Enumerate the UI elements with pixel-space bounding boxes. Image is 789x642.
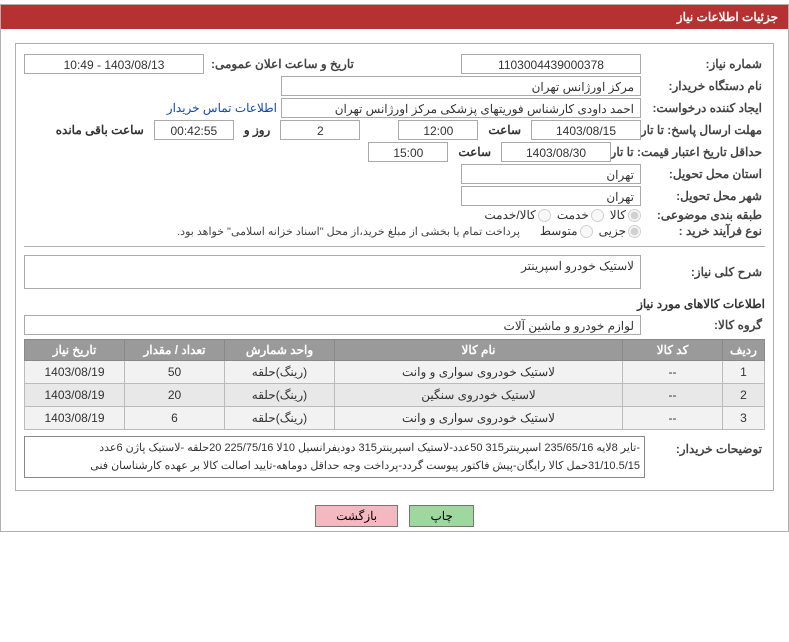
th-row: ردیف <box>723 340 765 361</box>
radio-motavaset[interactable]: متوسط <box>540 224 593 238</box>
requester-label: ایجاد کننده درخواست: <box>645 101 765 115</box>
cell-code: -- <box>623 384 723 407</box>
province-value: تهران <box>461 164 641 184</box>
city-value: تهران <box>461 186 641 206</box>
buyer-label: نام دستگاه خریدار: <box>645 79 765 93</box>
table-row: 2--لاستیک خودروی سنگین(رینگ)حلقه201403/0… <box>25 384 765 407</box>
deadline-date: 1403/08/15 <box>531 120 641 140</box>
detail-panel: جزئیات اطلاعات نیاز شماره نیاز: 11030044… <box>0 4 789 532</box>
time-label-1: ساعت <box>482 123 527 137</box>
table-header: ردیف کد کالا نام کالا واحد شمارش تعداد /… <box>25 340 765 361</box>
table-row: 1--لاستیک خودروی سواری و وانت(رینگ)حلقه5… <box>25 361 765 384</box>
buyer-value: مرکز اورژانس تهران <box>281 76 641 96</box>
process-label: نوع فرآیند خرید : <box>645 224 765 238</box>
province-label: استان محل تحویل: <box>645 167 765 181</box>
radio-khadamat[interactable]: خدمت <box>557 208 604 222</box>
buyer-desc-label: توضیحات خریدار: <box>645 436 765 456</box>
payment-note: پرداخت تمام یا بخشی از مبلغ خرید،از محل … <box>177 225 520 238</box>
countdown: 00:42:55 <box>154 120 234 140</box>
time-label-2: ساعت <box>452 145 497 159</box>
summary-value: لاستیک خودرو اسپرینتر <box>24 255 641 289</box>
class-label: طبقه بندی موضوعی: <box>645 208 765 222</box>
cell-row: 2 <box>723 384 765 407</box>
cell-row: 3 <box>723 407 765 430</box>
th-date: تاریخ نیاز <box>25 340 125 361</box>
panel-body: شماره نیاز: 1103004439000378 تاریخ و ساع… <box>15 43 774 491</box>
cell-unit: (رینگ)حلقه <box>225 407 335 430</box>
validity-date: 1403/08/30 <box>501 142 611 162</box>
cell-qty: 50 <box>125 361 225 384</box>
need-no-value: 1103004439000378 <box>461 54 641 74</box>
cell-date: 1403/08/19 <box>25 384 125 407</box>
deadline-label: مهلت ارسال پاسخ: تا تاریخ: <box>645 123 765 137</box>
deadline-time: 12:00 <box>398 120 478 140</box>
th-qty: تعداد / مقدار <box>125 340 225 361</box>
cell-unit: (رینگ)حلقه <box>225 384 335 407</box>
print-button[interactable]: چاپ <box>409 505 473 527</box>
radio-jozi[interactable]: جزیی <box>599 224 641 238</box>
buyer-contact-link[interactable]: اطلاعات تماس خریدار <box>167 101 277 115</box>
th-name: نام کالا <box>335 340 623 361</box>
cell-name: لاستیک خودروی سواری و وانت <box>335 407 623 430</box>
cell-code: -- <box>623 407 723 430</box>
cell-date: 1403/08/19 <box>25 361 125 384</box>
cell-qty: 6 <box>125 407 225 430</box>
button-row: چاپ بازگشت <box>1 505 788 527</box>
days-label: روز و <box>238 123 277 137</box>
items-table: ردیف کد کالا نام کالا واحد شمارش تعداد /… <box>24 339 765 430</box>
cell-code: -- <box>623 361 723 384</box>
summary-label: شرح کلی نیاز: <box>645 265 765 279</box>
announce-label: تاریخ و ساعت اعلان عمومی: <box>208 57 357 71</box>
requester-value: احمد داودی کارشناس فوریتهای پزشکی مرکز ا… <box>281 98 641 118</box>
buyer-desc-value: -تایر 8لایه 235/65/16 اسپرینتر315 50عدد-… <box>24 436 645 478</box>
cell-name: لاستیک خودروی سواری و وانت <box>335 361 623 384</box>
cell-date: 1403/08/19 <box>25 407 125 430</box>
validity-label: حداقل تاریخ اعتبار قیمت: تا تاریخ: <box>615 145 765 159</box>
cell-name: لاستیک خودروی سنگین <box>335 384 623 407</box>
city-label: شهر محل تحویل: <box>645 189 765 203</box>
th-code: کد کالا <box>623 340 723 361</box>
group-value: لوازم خودرو و ماشین آلات <box>24 315 641 335</box>
cell-row: 1 <box>723 361 765 384</box>
cell-qty: 20 <box>125 384 225 407</box>
radio-kala-khadamat[interactable]: کالا/خدمت <box>484 208 550 222</box>
group-label: گروه کالا: <box>645 318 765 332</box>
items-section-title: اطلاعات کالاهای مورد نیاز <box>24 297 765 311</box>
th-unit: واحد شمارش <box>225 340 335 361</box>
panel-title: جزئیات اطلاعات نیاز <box>1 5 788 29</box>
cell-unit: (رینگ)حلقه <box>225 361 335 384</box>
announce-value: 1403/08/13 - 10:49 <box>24 54 204 74</box>
need-no-label: شماره نیاز: <box>645 57 765 71</box>
remain-label: ساعت باقی مانده <box>50 123 150 137</box>
back-button[interactable]: بازگشت <box>315 505 398 527</box>
radio-kala[interactable]: کالا <box>610 208 641 222</box>
days-remaining: 2 <box>280 120 360 140</box>
table-row: 3--لاستیک خودروی سواری و وانت(رینگ)حلقه6… <box>25 407 765 430</box>
validity-time: 15:00 <box>368 142 448 162</box>
